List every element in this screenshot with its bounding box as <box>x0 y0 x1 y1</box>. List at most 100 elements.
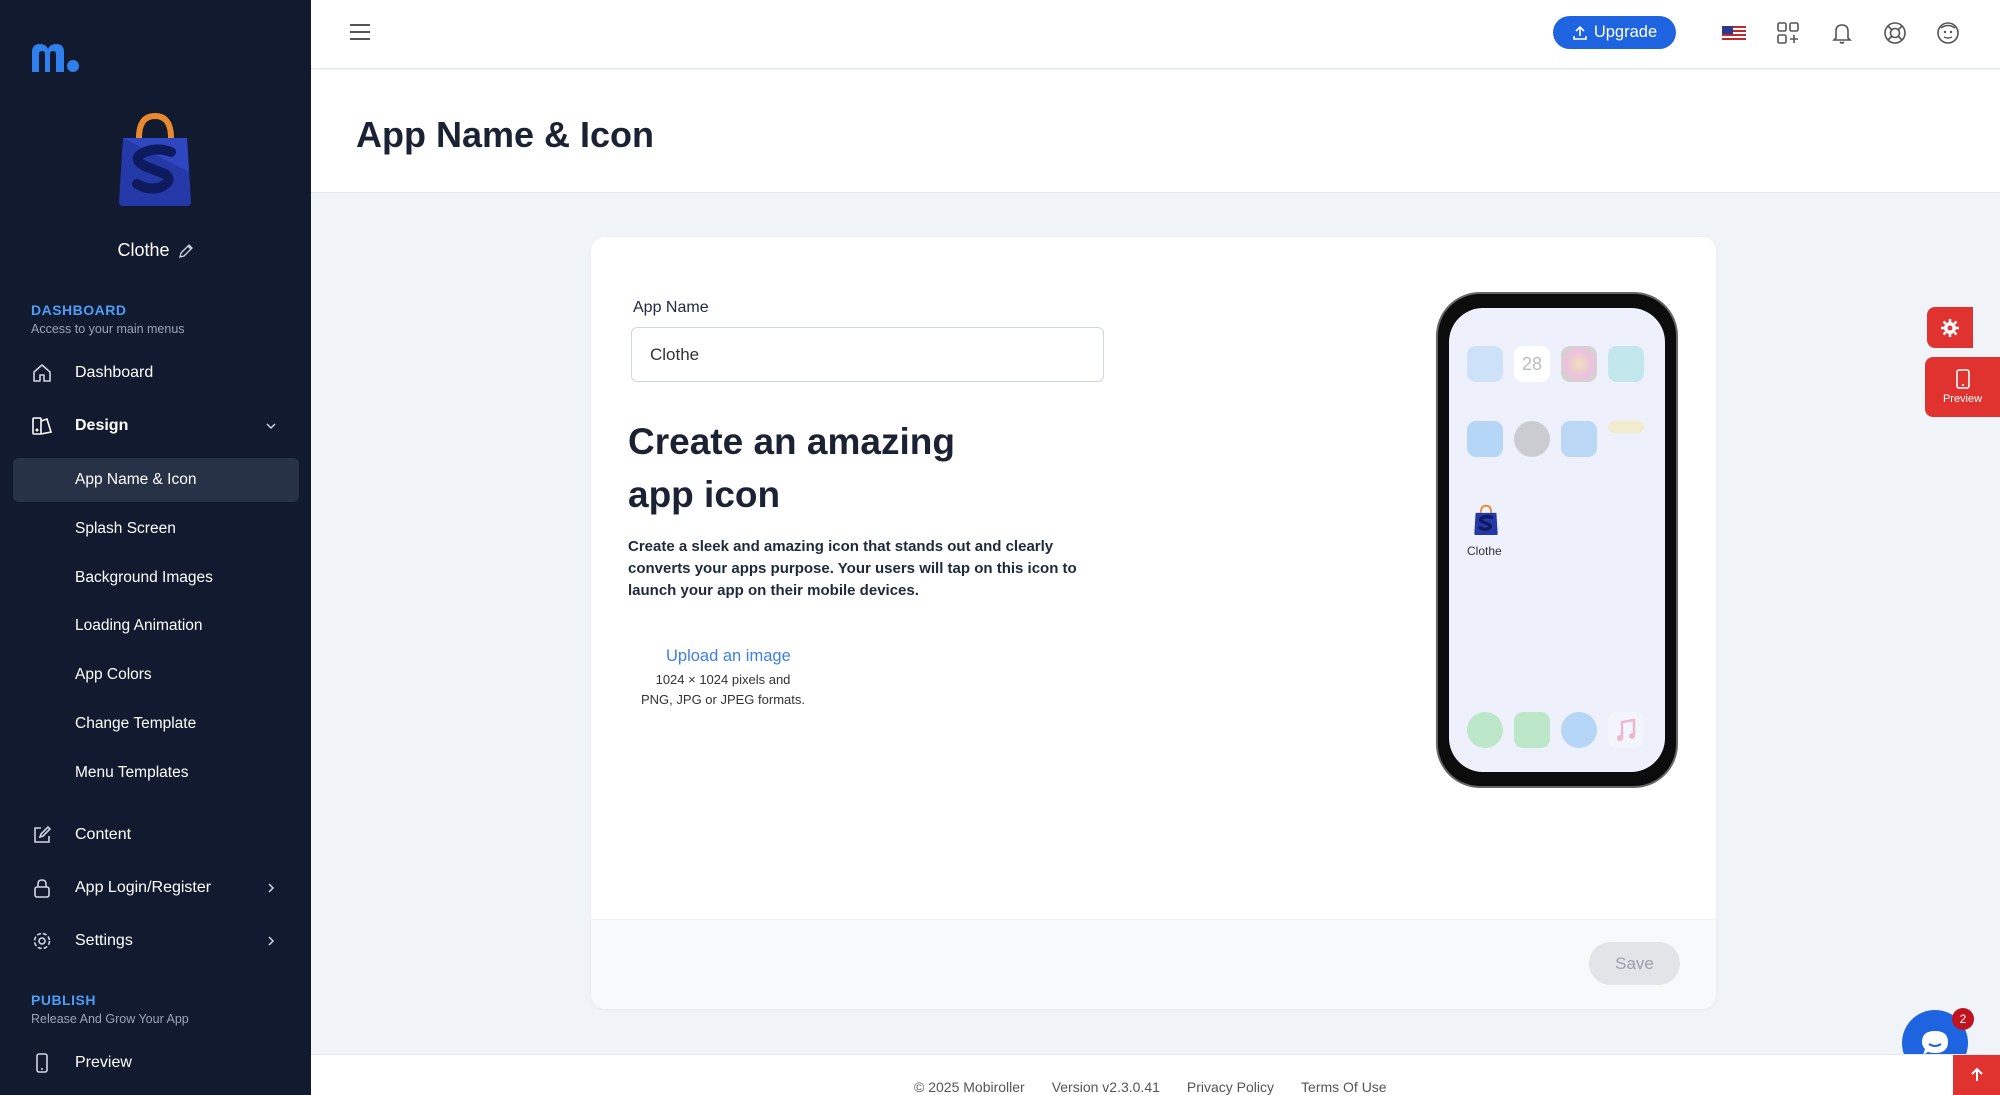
lock-icon <box>31 877 53 899</box>
dashboard-section-title: DASHBOARD <box>31 302 127 318</box>
sidebar-subitem-label: Background Images <box>75 569 213 586</box>
sidebar-item-label: Dashboard <box>75 364 154 381</box>
add-apps-grid-icon[interactable] <box>1775 20 1801 46</box>
sidebar-subitem-label: App Colors <box>75 666 152 683</box>
scroll-to-top-button[interactable] <box>1953 1055 2000 1095</box>
sidebar-subitem-app-name-icon[interactable]: App Name & Icon <box>13 458 299 502</box>
upload-image-link[interactable]: Upload an image <box>666 647 791 666</box>
home-icon <box>31 362 53 384</box>
sidebar-subitem-label: Change Template <box>75 715 197 732</box>
save-button[interactable]: Save <box>1589 942 1680 985</box>
phone-app-label: Clothe <box>1467 544 1502 558</box>
chevron-down-icon <box>265 420 277 432</box>
card-footer: Save <box>591 919 1716 1009</box>
user-avatar-icon[interactable] <box>1935 20 1961 46</box>
footer-copyright: © 2025 Mobiroller <box>914 1079 1025 1095</box>
sidebar-item-app-login-register[interactable]: App Login/Register <box>13 866 299 910</box>
sidebar-item-label: Design <box>75 417 129 434</box>
calendar-day: 28 <box>1521 353 1543 374</box>
chevron-right-icon <box>265 882 277 894</box>
app-name-label: App Name <box>633 299 709 316</box>
us-flag-icon[interactable] <box>1721 20 1747 46</box>
photos-app-icon <box>1561 346 1597 382</box>
notes-app-icon <box>1608 421 1644 433</box>
sidebar-subitem-splash-screen[interactable]: Splash Screen <box>13 507 299 551</box>
upgrade-button[interactable]: Upgrade <box>1553 16 1676 49</box>
chat-bubble-icon <box>1920 1029 1950 1057</box>
app-name-input[interactable] <box>631 327 1104 382</box>
upgrade-label: Upgrade <box>1593 23 1658 41</box>
calendar-app-icon: 28 <box>1514 346 1550 382</box>
floating-settings-button[interactable] <box>1927 307 1973 348</box>
sidebar-item-design[interactable]: Design <box>13 404 299 448</box>
sidebar-subitem-loading-animation[interactable]: Loading Animation <box>13 604 299 648</box>
icon-description: Create a sleek and amazing icon that sta… <box>628 538 1077 599</box>
arrow-up-icon <box>1969 1067 1985 1083</box>
safari-app-icon <box>1561 712 1597 748</box>
app-name-icon-card: App Name Create an amazing app icon Crea… <box>591 237 1716 1009</box>
sidebar-item-label: App Login/Register <box>75 879 212 896</box>
page-footer: © 2025 Mobiroller Version v2.3.0.41 Priv… <box>311 1054 2000 1095</box>
hamburger-menu-icon[interactable] <box>349 22 371 42</box>
phone-app-icon <box>1514 712 1550 748</box>
phone-preview-mockup: 28 Clothe <box>1436 292 1678 788</box>
footer-terms-link[interactable]: Terms Of Use <box>1301 1079 1387 1095</box>
upload-hint-size: 1024 × 1024 pixels and <box>655 672 791 687</box>
page-header: App Name & Icon <box>311 70 2000 193</box>
upload-hint: 1024 × 1024 pixels and PNG, JPG or JPEG … <box>628 670 818 710</box>
edit-square-icon <box>31 824 53 846</box>
sidebar-subitem-menu-templates[interactable]: Menu Templates <box>13 751 299 795</box>
sidebar-item-label: Preview <box>75 1054 132 1071</box>
smartphone-icon <box>1955 369 1971 389</box>
design-palette-icon <box>31 415 53 437</box>
footer-privacy-link[interactable]: Privacy Policy <box>1187 1079 1274 1095</box>
sidebar-item-content[interactable]: Content <box>13 813 299 857</box>
sidebar-item-dashboard[interactable]: Dashboard <box>13 351 299 395</box>
dashboard-section-subtitle: Access to your main menus <box>31 322 185 336</box>
gear-icon <box>31 930 53 952</box>
publish-section-subtitle: Release And Grow Your App <box>31 1012 189 1026</box>
app-name-row: Clothe <box>0 240 311 261</box>
chat-unread-badge: 2 <box>1952 1008 1974 1030</box>
sidebar-item-label: Content <box>75 826 132 843</box>
upload-icon <box>1572 25 1588 41</box>
mail-app-icon <box>1561 421 1597 457</box>
smartphone-icon <box>31 1052 53 1074</box>
sidebar-subitem-label: App Name & Icon <box>75 471 197 488</box>
sidebar-item-preview[interactable]: Preview <box>13 1041 299 1085</box>
floating-preview-button[interactable]: Preview <box>1925 357 2000 417</box>
clothe-app-icon[interactable] <box>1473 504 1499 536</box>
chevron-right-icon <box>265 935 277 947</box>
icon-headline: Create an amazing app icon <box>628 421 955 515</box>
weather-app-icon <box>1467 346 1503 382</box>
messages-app-icon <box>1467 712 1503 748</box>
app-icon-image <box>115 112 195 208</box>
video-app-icon <box>1608 346 1644 382</box>
help-lifebuoy-icon[interactable] <box>1882 20 1908 46</box>
bell-icon[interactable] <box>1829 20 1855 46</box>
sidebar-subitem-change-template[interactable]: Change Template <box>13 702 299 746</box>
publish-section-title: PUBLISH <box>31 992 96 1008</box>
sidebar-subitem-label: Splash Screen <box>75 520 176 537</box>
sidebar: Clothe DASHBOARD Access to your main men… <box>0 0 311 1095</box>
gear-icon <box>1940 318 1960 338</box>
sidebar-item-settings[interactable]: Settings <box>13 919 299 963</box>
topbar: Upgrade <box>311 0 2000 69</box>
clock-app-icon <box>1514 421 1550 457</box>
edit-pencil-icon[interactable] <box>178 243 194 259</box>
app-store-icon <box>1467 421 1503 457</box>
phone-screen: 28 Clothe <box>1449 308 1665 772</box>
sidebar-app-name: Clothe <box>117 240 170 260</box>
mobiroller-logo[interactable] <box>30 40 80 74</box>
floating-preview-label: Preview <box>1942 393 1983 405</box>
sidebar-subitem-app-colors[interactable]: App Colors <box>13 653 299 697</box>
music-app-icon <box>1608 712 1644 748</box>
sidebar-subitem-background-images[interactable]: Background Images <box>13 556 299 600</box>
sidebar-subitem-label: Loading Animation <box>75 617 203 634</box>
footer-links: © 2025 Mobiroller Version v2.3.0.41 Priv… <box>914 1079 1387 1095</box>
sidebar-subitem-label: Menu Templates <box>75 764 189 781</box>
sidebar-item-label: Settings <box>75 932 133 949</box>
page-title: App Name & Icon <box>356 114 655 155</box>
footer-version: Version v2.3.0.41 <box>1051 1079 1160 1095</box>
upload-hint-formats: PNG, JPG or JPEG formats. <box>641 692 805 707</box>
